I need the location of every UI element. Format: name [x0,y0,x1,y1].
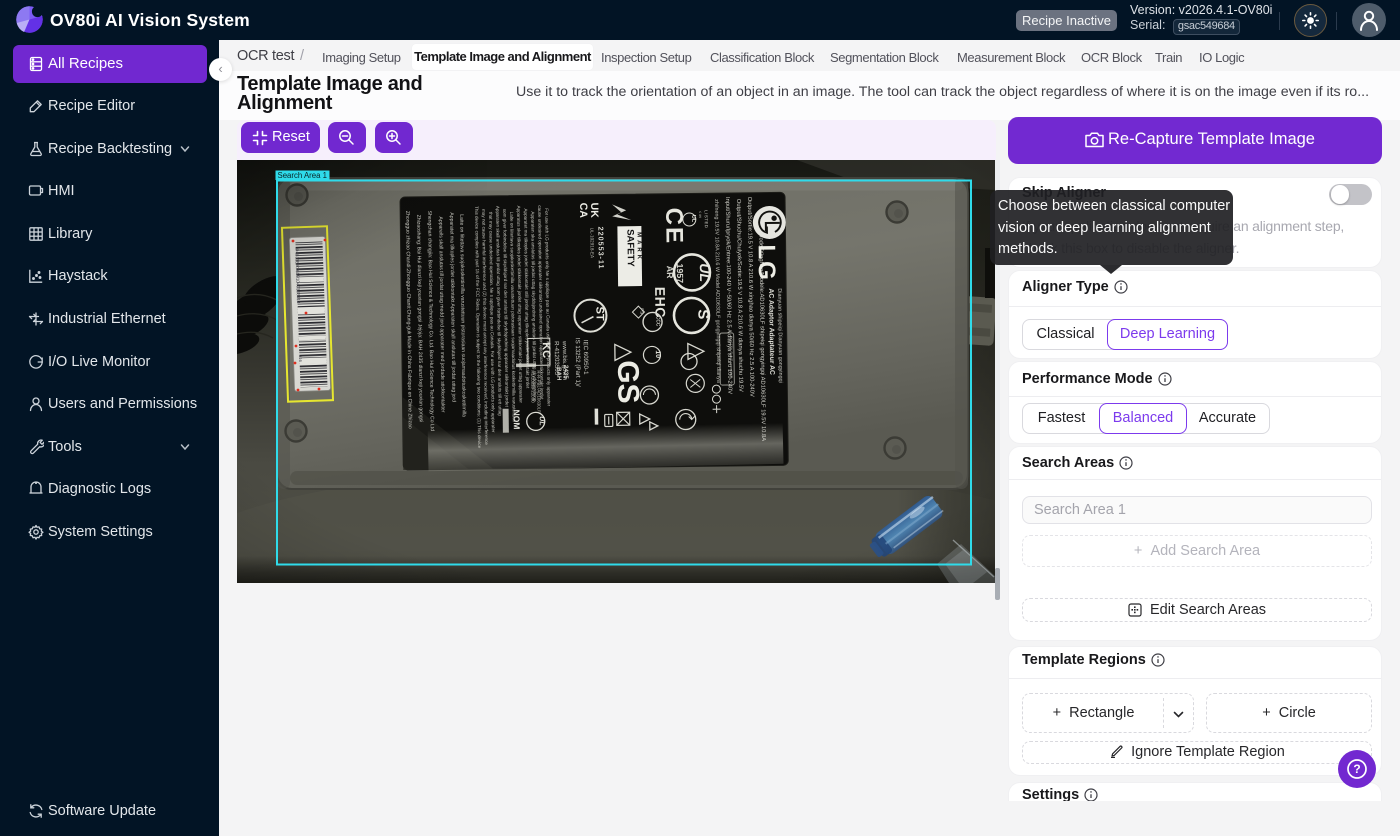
svg-text:?: ? [1353,762,1360,776]
svg-text:Search Area 1: Search Area 1 [278,171,327,180]
